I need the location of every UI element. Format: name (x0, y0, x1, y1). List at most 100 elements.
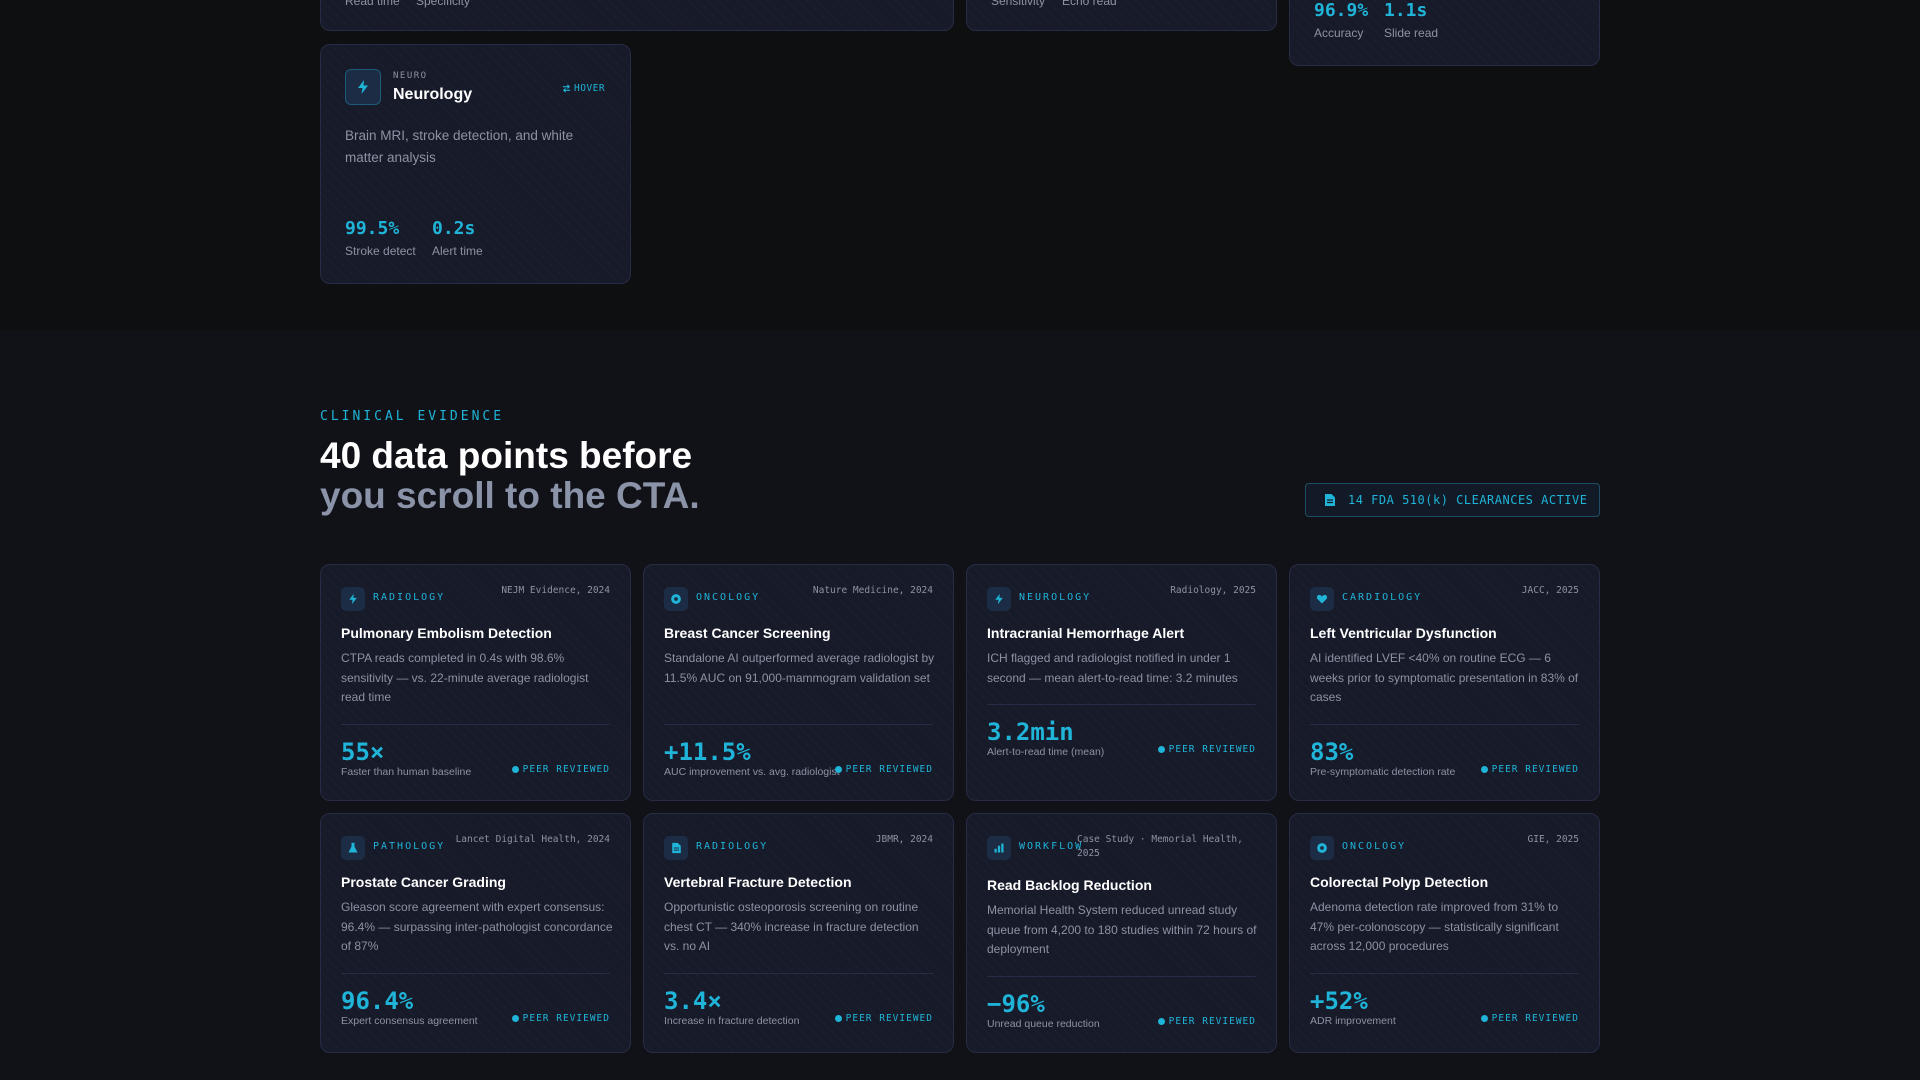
peer-reviewed-label: PEER REVIEWED (1168, 744, 1256, 755)
evidence-title: Prostate Cancer Grading (341, 874, 506, 890)
evidence-title: Left Ventricular Dysfunction (1310, 625, 1497, 641)
evidence-card[interactable]: ONCOLOGY Nature Medicine, 2024 Breast Ca… (643, 564, 954, 801)
evidence-source: Lancet Digital Health, 2024 (455, 834, 610, 845)
evidence-description: Standalone AI outperformed average radio… (664, 651, 935, 685)
peer-reviewed-label: PEER REVIEWED (522, 764, 610, 775)
evidence-title: Intracranial Hemorrhage Alert (987, 625, 1185, 641)
divider (987, 976, 1256, 977)
evidence-source: JACC, 2025 (1521, 585, 1579, 596)
specialty-card-partial-3[interactable]: 96.9% 1.1s Accuracy Slide read (1289, 0, 1600, 66)
evidence-value: +11.5% (664, 738, 751, 766)
status-dot (1157, 746, 1165, 753)
clinical-evidence-section (0, 330, 1920, 1080)
hover-hint: HOVER (562, 83, 605, 94)
evidence-value: 55× (341, 738, 385, 766)
evidence-value: 96.4% (341, 987, 414, 1015)
evidence-category: ONCOLOGY (696, 592, 761, 603)
stat-label: Slide read (1384, 26, 1439, 40)
evidence-value-label: Pre-symptomatic detection rate (1310, 766, 1456, 778)
neurology-card[interactable]: NEURO Neurology HOVER Brain MRI, stroke … (320, 44, 631, 284)
fda-badge-label: 14 FDA 510(k) CLEARANCES ACTIVE (1348, 493, 1588, 507)
stat-value: 1.1s (1384, 0, 1428, 21)
stat-label: Stroke detect (345, 244, 416, 258)
evidence-card[interactable]: ONCOLOGY GIE, 2025 Colorectal Polyp Dete… (1289, 813, 1600, 1053)
status-dot (511, 766, 519, 773)
stat-label: Echo read (1062, 0, 1117, 8)
document-icon (664, 836, 688, 860)
evidence-card[interactable]: RADIOLOGY NEJM Evidence, 2024 Pulmonary … (320, 564, 631, 801)
bar-chart-icon (987, 836, 1011, 860)
evidence-source: NEJM Evidence, 2024 (501, 585, 610, 596)
divider (1310, 973, 1579, 974)
divider (664, 973, 933, 974)
evidence-title: Breast Cancer Screening (664, 625, 831, 641)
peer-reviewed-label: PEER REVIEWED (845, 1013, 933, 1024)
evidence-value-label: Increase in fracture detection (664, 1015, 800, 1027)
evidence-description: Gleason score agreement with expert cons… (341, 900, 613, 953)
evidence-description: AI identified LVEF <40% on routine ECG —… (1310, 651, 1579, 704)
evidence-value: 3.2min (987, 718, 1074, 746)
evidence-card[interactable]: RADIOLOGY JBMR, 2024 Vertebral Fracture … (643, 813, 954, 1053)
stat-label: Alert time (432, 244, 483, 258)
stat-value: 96.9% (1314, 0, 1369, 21)
status-dot (1480, 766, 1488, 773)
hover-label: HOVER (574, 83, 606, 94)
peer-reviewed-label: PEER REVIEWED (1168, 1016, 1256, 1027)
evidence-source: Case Study · Memorial Health, 2025 (1077, 834, 1243, 859)
status-dot (834, 766, 842, 773)
peer-reviewed-badge: PEER REVIEWED (834, 1013, 933, 1024)
divider (664, 724, 933, 725)
evidence-value-label: Expert consensus agreement (341, 1015, 478, 1027)
evidence-source: Radiology, 2025 (1170, 585, 1256, 596)
specialty-card-partial-2[interactable]: Sensitivity Echo read (966, 0, 1277, 31)
evidence-title: Vertebral Fracture Detection (664, 874, 852, 890)
divider (987, 704, 1256, 705)
evidence-description: ICH flagged and radiologist notified in … (987, 651, 1238, 685)
flask-icon (341, 836, 365, 860)
divider (341, 973, 610, 974)
evidence-description: Memorial Health System reduced unread st… (987, 903, 1257, 956)
status-dot (1157, 1018, 1165, 1025)
evidence-source: GIE, 2025 (1527, 834, 1579, 845)
stat-label: Sensitivity (991, 0, 1046, 8)
swap-icon (562, 84, 571, 93)
evidence-card[interactable]: PATHOLOGY Lancet Digital Health, 2024 Pr… (320, 813, 631, 1053)
evidence-value: +52% (1310, 987, 1368, 1015)
specialty-card-partial-1[interactable]: Read time Specificity (320, 0, 954, 31)
target-icon (1310, 836, 1334, 860)
evidence-description: CTPA reads completed in 0.4s with 98.6% … (341, 651, 589, 704)
document-icon (1325, 494, 1335, 506)
peer-reviewed-label: PEER REVIEWED (522, 1013, 610, 1024)
stat-value: 0.2s (432, 218, 476, 239)
evidence-category: RADIOLOGY (696, 841, 769, 852)
evidence-title: Read Backlog Reduction (987, 877, 1152, 893)
evidence-card[interactable]: WORKFLOW Case Study · Memorial Health, 2… (966, 813, 1277, 1053)
section-eyebrow: CLINICAL EVIDENCE (320, 409, 505, 424)
bolt-icon (345, 69, 381, 105)
peer-reviewed-badge: PEER REVIEWED (1480, 764, 1579, 775)
evidence-value: −96% (987, 990, 1045, 1018)
evidence-value-label: Faster than human baseline (341, 766, 472, 778)
evidence-card[interactable]: CARDIOLOGY JACC, 2025 Left Ventricular D… (1289, 564, 1600, 801)
section-heading: 40 data points before (320, 435, 693, 476)
stat-label: Accuracy (1314, 26, 1364, 40)
evidence-source: JBMR, 2024 (875, 834, 933, 845)
evidence-value-label: ADR improvement (1310, 1015, 1396, 1027)
evidence-value-label: Alert-to-read time (mean) (987, 746, 1105, 758)
status-dot (511, 1015, 519, 1022)
evidence-value: 83% (1310, 738, 1354, 766)
stat-value: 99.5% (345, 218, 400, 239)
peer-reviewed-badge: PEER REVIEWED (1157, 744, 1256, 755)
evidence-category: RADIOLOGY (373, 592, 446, 603)
evidence-source: Nature Medicine, 2024 (812, 585, 933, 596)
stat-label: Read time (345, 0, 400, 8)
peer-reviewed-badge: PEER REVIEWED (834, 764, 933, 775)
fda-clearances-badge[interactable]: 14 FDA 510(k) CLEARANCES ACTIVE (1305, 483, 1600, 517)
target-icon (664, 587, 688, 611)
peer-reviewed-label: PEER REVIEWED (845, 764, 933, 775)
bolt-icon (987, 587, 1011, 611)
evidence-card[interactable]: NEUROLOGY Radiology, 2025 Intracranial H… (966, 564, 1277, 801)
evidence-category: NEUROLOGY (1019, 592, 1092, 603)
heart-icon (1310, 587, 1334, 611)
evidence-category: WORKFLOW (1019, 841, 1084, 852)
